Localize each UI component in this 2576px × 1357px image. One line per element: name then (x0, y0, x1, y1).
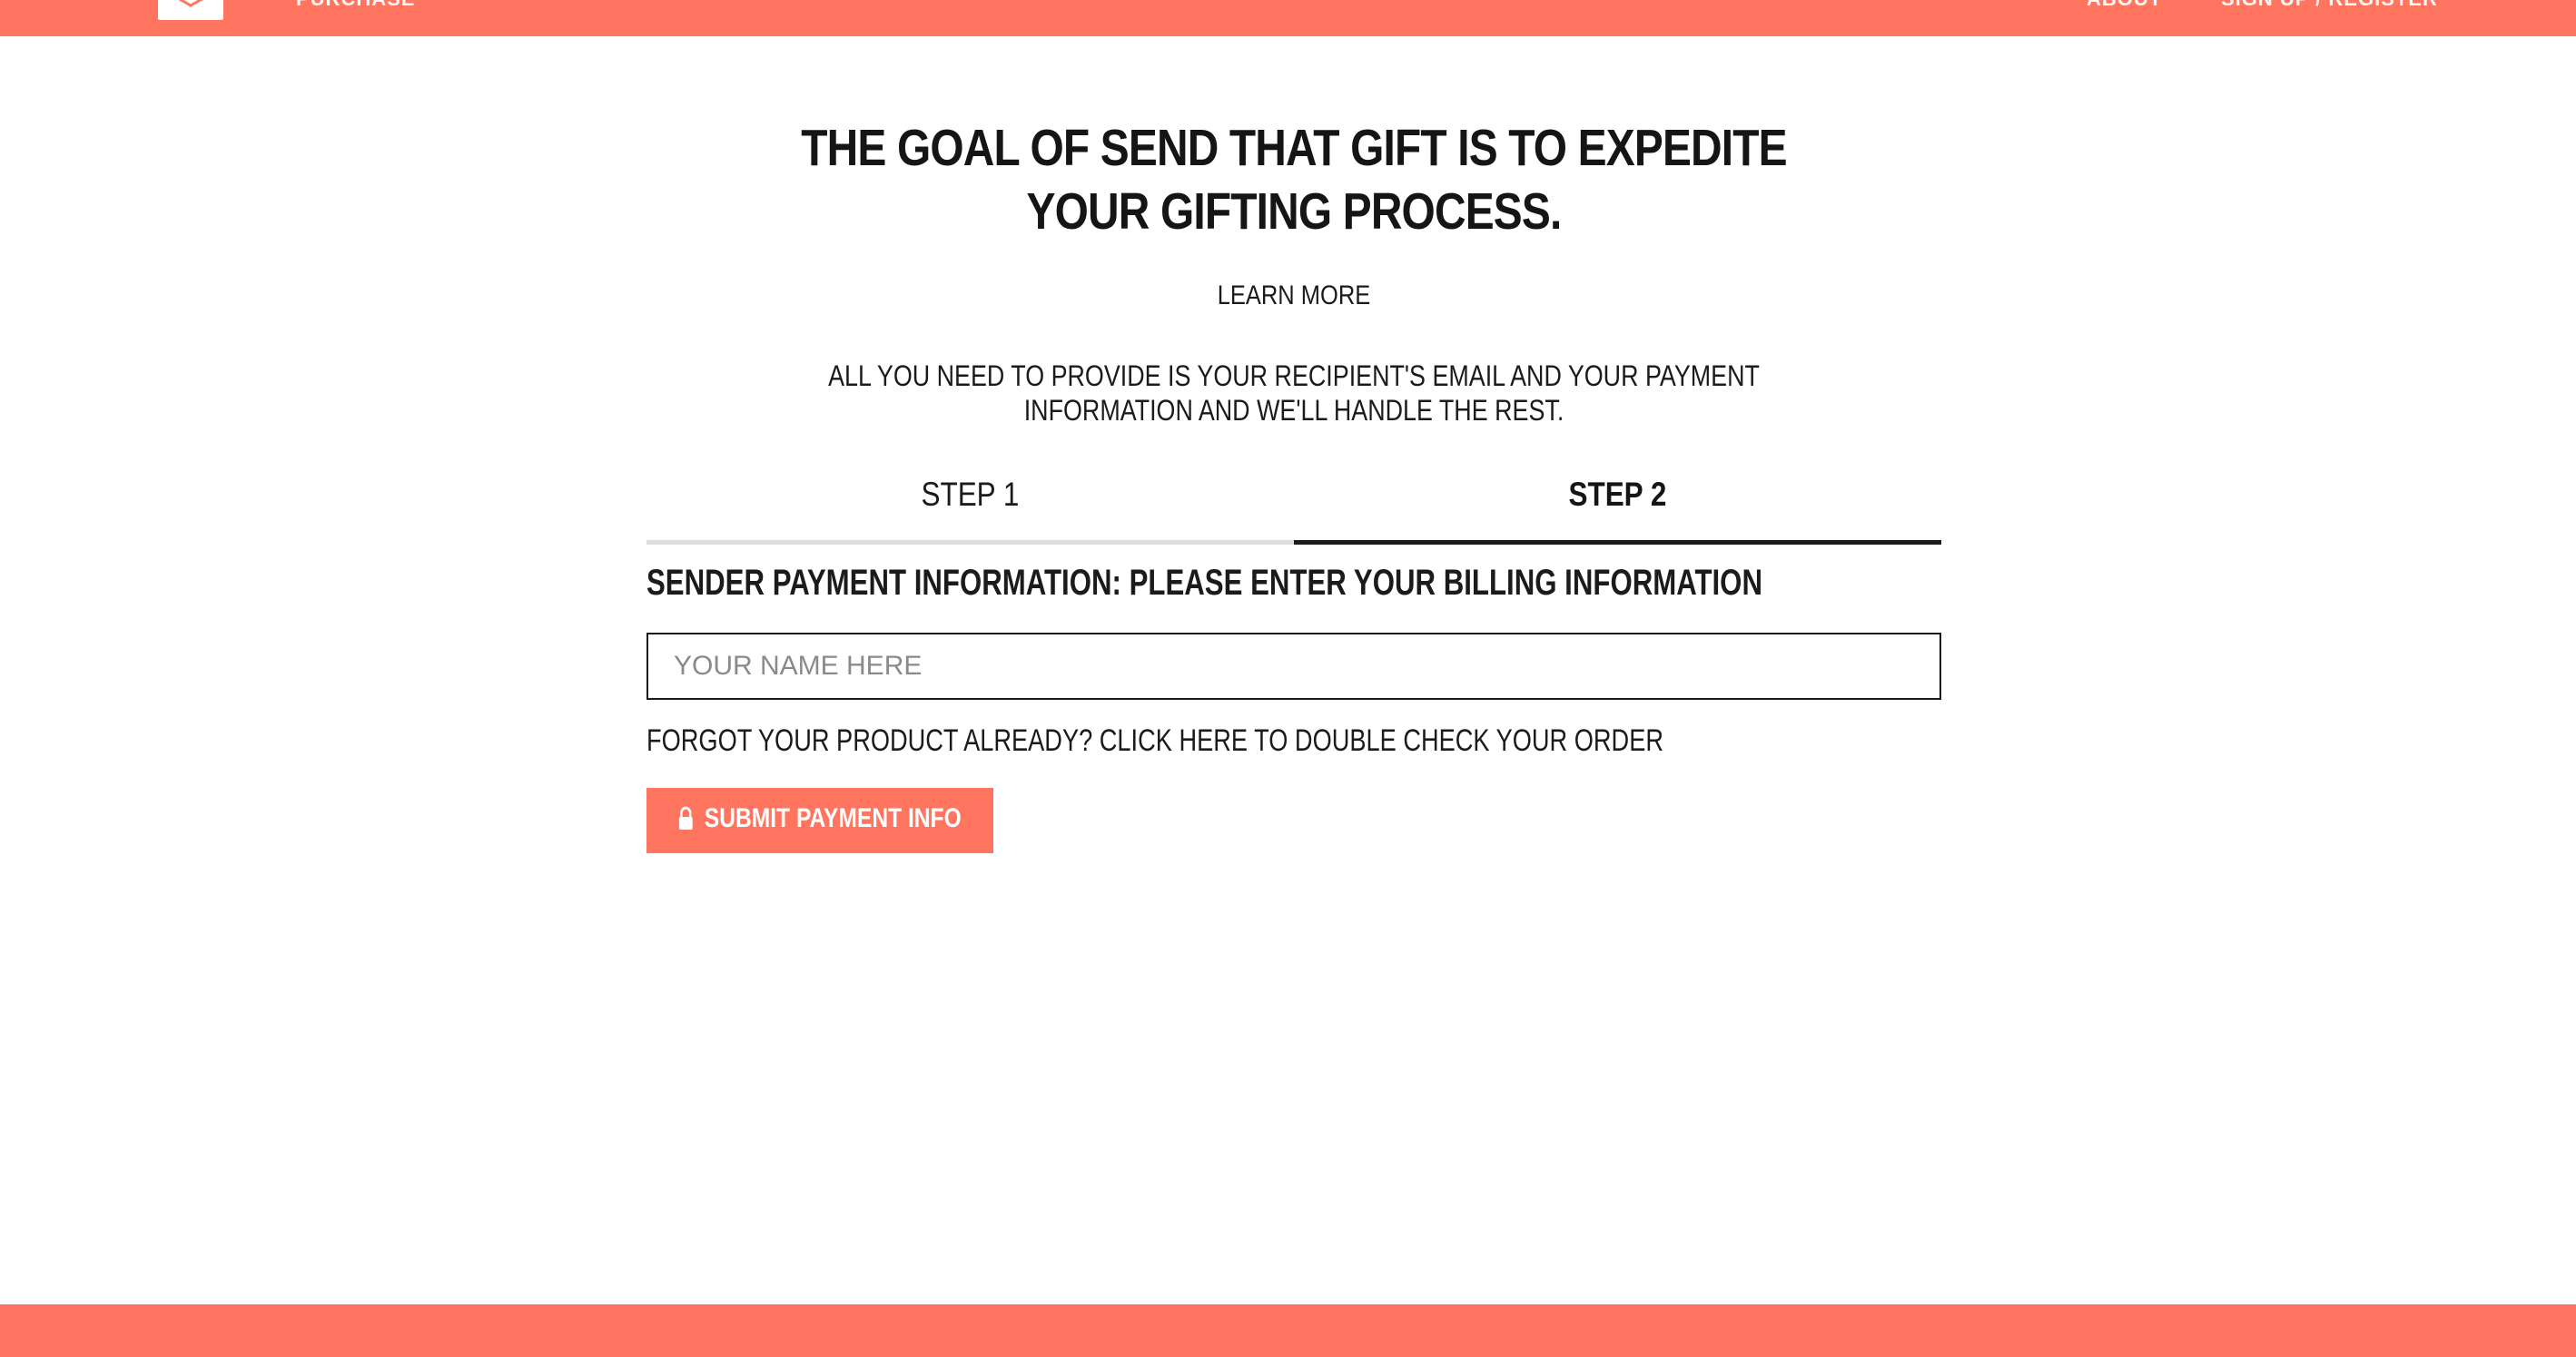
page-headline: THE GOAL OF SEND THAT GIFT IS TO EXPEDIT… (801, 119, 1787, 241)
step-tabs: STEP 1 STEP 2 (646, 467, 1941, 545)
name-input[interactable] (646, 633, 1941, 700)
double-check-order-link[interactable]: FORGOT YOUR PRODUCT ALREADY? CLICK HERE … (646, 723, 1663, 759)
tab-step-1[interactable]: STEP 1 (646, 467, 1294, 545)
submit-payment-button-label: SUBMIT PAYMENT INFO (705, 802, 962, 833)
gift-box-icon (178, 0, 203, 7)
learn-more-link[interactable]: LEARN MORE (744, 280, 1844, 311)
footer-bar (0, 1304, 2576, 1357)
tab-step-2[interactable]: STEP 2 (1294, 467, 1941, 545)
intro-text: ALL YOU NEED TO PROVIDE IS YOUR RECIPIEN… (828, 359, 1760, 427)
nav-signup-link[interactable]: SIGN UP / REGISTER (2221, 0, 2438, 11)
nav-about-link[interactable]: ABOUT (2087, 0, 2162, 11)
page: PURCHASE ABOUT SIGN UP / REGISTER THE GO… (0, 0, 2576, 1357)
lock-icon (679, 806, 694, 830)
submit-payment-button-content: SUBMIT PAYMENT INFO (678, 803, 962, 834)
logo[interactable] (158, 0, 223, 20)
top-navbar: PURCHASE ABOUT SIGN UP / REGISTER (0, 0, 2576, 36)
tab-step-2-label: STEP 2 (1568, 476, 1667, 513)
billing-section-heading: SENDER PAYMENT INFORMATION: PLEASE ENTER… (646, 563, 1762, 603)
nav-purchase-link[interactable]: PURCHASE (296, 0, 415, 11)
submit-payment-button[interactable]: SUBMIT PAYMENT INFO (646, 788, 993, 853)
tab-step-1-label: STEP 1 (921, 476, 1020, 513)
